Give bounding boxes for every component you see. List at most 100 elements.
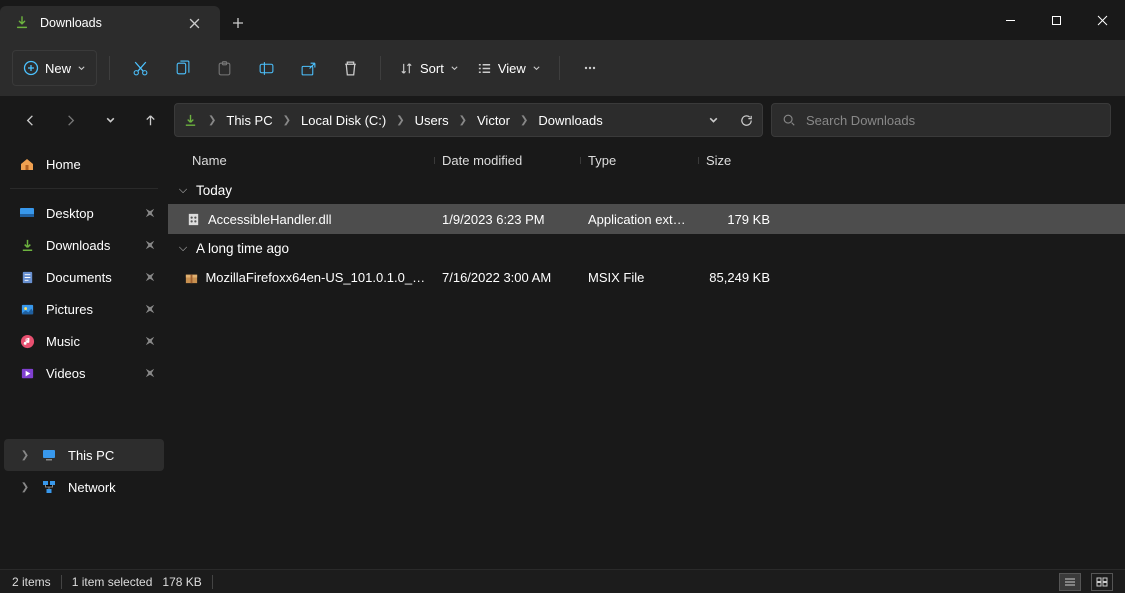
nav-videos[interactable]: Videos xyxy=(4,357,164,389)
new-label: New xyxy=(45,61,71,76)
tab-title: Downloads xyxy=(40,16,172,30)
pictures-icon xyxy=(18,300,36,318)
network-icon xyxy=(40,478,58,496)
file-type: MSIX File xyxy=(580,270,698,285)
more-button[interactable] xyxy=(572,50,608,86)
status-bar: 2 items 1 item selected 178 KB xyxy=(0,569,1125,593)
delete-button[interactable] xyxy=(332,50,368,86)
details-view-button[interactable] xyxy=(1059,573,1081,591)
paste-button[interactable] xyxy=(206,50,242,86)
group-long-ago-label: A long time ago xyxy=(196,241,289,256)
chevron-down-icon: ⌵ xyxy=(176,242,190,255)
title-bar: Downloads xyxy=(0,0,1125,40)
cut-button[interactable] xyxy=(122,50,158,86)
toolbar: New Sort View xyxy=(0,40,1125,96)
nav-downloads-label: Downloads xyxy=(46,238,110,253)
column-name[interactable]: Name xyxy=(184,153,434,168)
recent-locations-button[interactable] xyxy=(94,104,126,136)
nav-desktop[interactable]: Desktop xyxy=(4,197,164,229)
nav-documents[interactable]: Documents xyxy=(4,261,164,293)
nav-music[interactable]: Music xyxy=(4,325,164,357)
view-button[interactable]: View xyxy=(471,50,547,86)
download-icon xyxy=(14,15,30,31)
nav-network-label: Network xyxy=(68,480,116,495)
view-label: View xyxy=(498,61,526,76)
main-area: Home Desktop Downloads Documents Picture… xyxy=(0,144,1125,569)
up-button[interactable] xyxy=(134,104,166,136)
videos-icon xyxy=(18,364,36,382)
breadcrumb-downloads[interactable]: Downloads xyxy=(538,113,602,128)
nav-home-label: Home xyxy=(46,157,81,172)
documents-icon xyxy=(18,268,36,286)
tab-downloads[interactable]: Downloads xyxy=(0,6,220,40)
new-button[interactable]: New xyxy=(12,50,97,86)
file-list: Name Date modified Type Size ⌵ Today Acc… xyxy=(168,144,1125,569)
file-date: 1/9/2023 6:23 PM xyxy=(434,212,580,227)
chevron-down-icon: ⌵ xyxy=(176,184,190,197)
address-row: ❯ This PC ❯ Local Disk (C:) ❯ Users ❯ Vi… xyxy=(0,96,1125,144)
file-type: Application exten... xyxy=(580,212,698,227)
file-name: MozillaFirefoxx64en-US_101.0.1.0_neutral… xyxy=(205,270,426,285)
nav-downloads[interactable]: Downloads xyxy=(4,229,164,261)
rename-button[interactable] xyxy=(248,50,284,86)
nav-this-pc[interactable]: ❯ This PC xyxy=(4,439,164,471)
forward-button[interactable] xyxy=(54,104,86,136)
chevron-right-icon: ❯ xyxy=(392,115,408,126)
chevron-right-icon: ❯ xyxy=(204,115,220,126)
thumbnails-view-button[interactable] xyxy=(1091,573,1113,591)
sort-button[interactable]: Sort xyxy=(393,50,465,86)
breadcrumb-local-disk[interactable]: Local Disk (C:) xyxy=(301,113,386,128)
file-size: 85,249 KB xyxy=(698,270,778,285)
chevron-right-icon: ❯ xyxy=(455,115,471,126)
music-icon xyxy=(18,332,36,350)
column-headers: Name Date modified Type Size xyxy=(168,144,1125,176)
sort-label: Sort xyxy=(420,61,444,76)
nav-this-pc-label: This PC xyxy=(68,448,114,463)
nav-videos-label: Videos xyxy=(46,366,86,381)
maximize-button[interactable] xyxy=(1033,0,1079,40)
search-input[interactable] xyxy=(806,113,1100,128)
chevron-right-icon[interactable]: ❯ xyxy=(18,448,32,462)
navigation-pane: Home Desktop Downloads Documents Picture… xyxy=(0,144,168,569)
refresh-button[interactable] xyxy=(739,113,754,128)
group-today[interactable]: ⌵ Today xyxy=(168,176,1125,204)
nav-network[interactable]: ❯ Network xyxy=(4,471,164,503)
breadcrumb-this-pc[interactable]: This PC xyxy=(226,113,272,128)
nav-home[interactable]: Home xyxy=(4,148,164,180)
status-item-count: 2 items xyxy=(12,575,51,589)
chevron-right-icon: ❯ xyxy=(516,115,532,126)
address-bar[interactable]: ❯ This PC ❯ Local Disk (C:) ❯ Users ❯ Vi… xyxy=(174,103,763,137)
group-long-ago[interactable]: ⌵ A long time ago xyxy=(168,234,1125,262)
file-row[interactable]: MozillaFirefoxx64en-US_101.0.1.0_neutral… xyxy=(168,262,1125,292)
file-size: 179 KB xyxy=(698,212,778,227)
file-date: 7/16/2022 3:00 AM xyxy=(434,270,580,285)
breadcrumb-users[interactable]: Users xyxy=(415,113,449,128)
share-button[interactable] xyxy=(290,50,326,86)
nav-pictures-label: Pictures xyxy=(46,302,93,317)
address-dropdown-button[interactable] xyxy=(708,115,719,126)
new-tab-button[interactable] xyxy=(220,6,256,40)
status-selected-size: 178 KB xyxy=(162,575,201,589)
column-size[interactable]: Size xyxy=(698,153,778,168)
pc-icon xyxy=(40,446,58,464)
minimize-button[interactable] xyxy=(987,0,1033,40)
file-row[interactable]: AccessibleHandler.dll 1/9/2023 6:23 PM A… xyxy=(168,204,1125,234)
group-today-label: Today xyxy=(196,183,232,198)
breadcrumb-victor[interactable]: Victor xyxy=(477,113,510,128)
status-selected-count: 1 item selected xyxy=(72,575,153,589)
close-window-button[interactable] xyxy=(1079,0,1125,40)
nav-pictures[interactable]: Pictures xyxy=(4,293,164,325)
chevron-right-icon[interactable]: ❯ xyxy=(18,480,32,494)
copy-button[interactable] xyxy=(164,50,200,86)
search-box[interactable] xyxy=(771,103,1111,137)
tab-close-button[interactable] xyxy=(182,11,206,35)
column-date[interactable]: Date modified xyxy=(434,153,580,168)
nav-music-label: Music xyxy=(46,334,80,349)
file-name: AccessibleHandler.dll xyxy=(208,212,332,227)
back-button[interactable] xyxy=(14,104,46,136)
desktop-icon xyxy=(18,204,36,222)
nav-desktop-label: Desktop xyxy=(46,206,94,221)
dll-file-icon xyxy=(184,210,202,228)
download-icon xyxy=(183,113,198,128)
column-type[interactable]: Type xyxy=(580,153,698,168)
